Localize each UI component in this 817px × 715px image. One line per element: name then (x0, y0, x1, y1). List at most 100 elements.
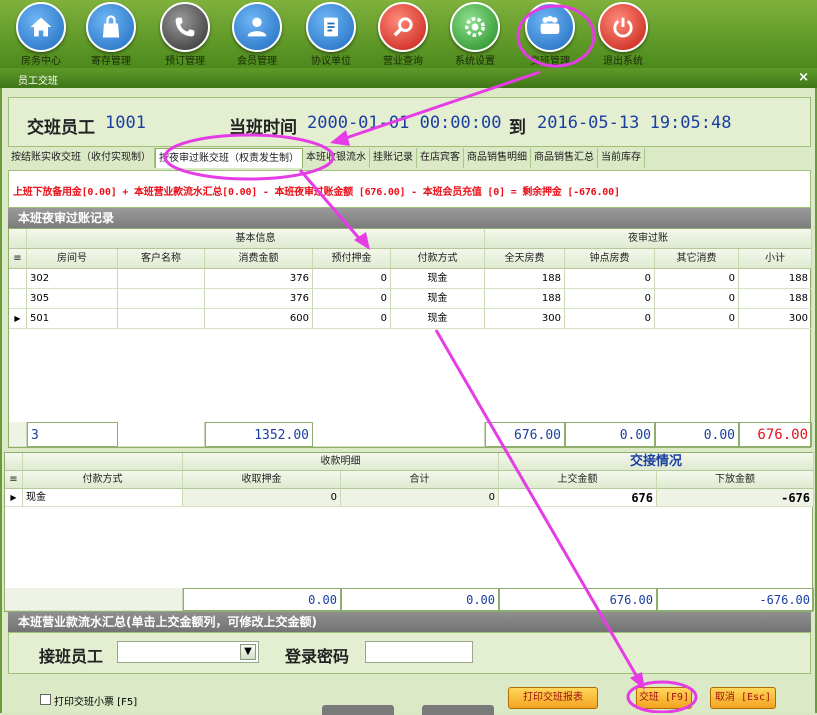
col-method[interactable]: 付款方式 (23, 471, 183, 489)
receiver-select[interactable]: ▼ (117, 641, 259, 663)
menu-icon[interactable]: ≡ (9, 249, 27, 269)
tab-cashier-flow[interactable]: 本班收银流水 (303, 148, 370, 168)
cell-deposit[interactable]: 0 (313, 269, 391, 289)
toolbar-member[interactable]: 会员管理 (222, 0, 292, 68)
col-deposit[interactable]: 收取押金 (183, 471, 341, 489)
toolbar-handover[interactable]: 交班管理 (515, 0, 585, 68)
col-released[interactable]: 下放金额 (657, 471, 814, 489)
total-fullday: 676.00 (485, 422, 565, 447)
password-input[interactable] (365, 641, 473, 663)
toolbar-label: 营业查询 (383, 56, 423, 67)
tab-strip: 按结账实收交班（收付实现制） 按夜审过账交班（权责发生制） 本班收银流水 挂账记… (8, 148, 811, 168)
col-handed[interactable]: 上交金额 (499, 471, 657, 489)
cell-amount[interactable]: 376 (205, 269, 313, 289)
tab-sales-detail[interactable]: 商品销售明细 (464, 148, 531, 168)
total-released: -676.00 (657, 588, 814, 611)
toolbar-storage[interactable]: 寄存管理 (76, 0, 146, 68)
cell-deposit[interactable]: 0 (313, 309, 391, 329)
cell-hourly[interactable]: 0 (565, 289, 655, 309)
close-icon[interactable]: × (798, 70, 809, 85)
total-sum: 0.00 (341, 588, 499, 611)
cell-subtotal[interactable]: 188 (739, 269, 812, 289)
night-audit-grid: 基本信息 夜审过账 ≡ 房间号 客户名称 消费金额 预付押金 付款方式 全天房费… (8, 228, 812, 448)
hidden-button-b[interactable] (422, 705, 494, 715)
totals-spacer (5, 588, 183, 611)
cell-pay-method[interactable]: 现金 (391, 309, 485, 329)
menu-icon[interactable]: ≡ (5, 471, 23, 489)
print-ticket-checkbox[interactable] (40, 694, 51, 705)
cell-other[interactable]: 0 (655, 289, 739, 309)
group-handover-status: 交接情况 (499, 453, 814, 471)
toolbar-contract-unit[interactable]: 协议单位 (296, 0, 366, 68)
cell-other[interactable]: 0 (655, 269, 739, 289)
cell-deposit[interactable]: 0 (313, 289, 391, 309)
toolbar-business-query[interactable]: 营业查询 (368, 0, 438, 68)
cell-other[interactable]: 0 (655, 309, 739, 329)
handover-button[interactable]: 交班 [F9] (636, 687, 692, 709)
cell-fullday[interactable]: 300 (485, 309, 565, 329)
cell-amount[interactable]: 600 (205, 309, 313, 329)
cell-pay-method[interactable]: 现金 (391, 269, 485, 289)
toolbar-system-settings[interactable]: 系统设置 (440, 0, 510, 68)
cell-subtotal[interactable]: 300 (739, 309, 812, 329)
print-ticket-label: 打印交班小票 [F5] (54, 697, 138, 708)
col-deposit[interactable]: 预付押金 (313, 249, 391, 269)
cancel-button[interactable]: 取消 [Esc] (710, 687, 776, 709)
time-start: 2000-01-01 00:00:00 (307, 113, 502, 133)
cell-amount[interactable]: 376 (205, 289, 313, 309)
cell-customer[interactable] (118, 269, 205, 289)
cell-hourly[interactable]: 0 (565, 309, 655, 329)
total-subtotal: 676.00 (739, 422, 812, 447)
tab-accrual-basis[interactable]: 按夜审过账交班（权责发生制） (155, 148, 303, 168)
tab-in-house-guests[interactable]: 在店宾客 (417, 148, 464, 168)
print-report-button[interactable]: 打印交班报表 (508, 687, 598, 709)
col-room[interactable]: 房间号 (27, 249, 118, 269)
col-amount[interactable]: 消费金额 (205, 249, 313, 269)
tab-credit-records[interactable]: 挂账记录 (370, 148, 417, 168)
staff-label: 交班员工 (27, 118, 95, 138)
toolbar-room-center[interactable]: 房务中心 (6, 0, 76, 68)
col-subtotal[interactable]: 小计 (739, 249, 812, 269)
row-indicator[interactable] (9, 269, 27, 289)
col-other[interactable]: 其它消费 (655, 249, 739, 269)
toolbar-booking[interactable]: 预订管理 (150, 0, 220, 68)
tab-current-stock[interactable]: 当前库存 (598, 148, 645, 168)
chevron-down-icon[interactable]: ▼ (240, 644, 256, 660)
toolbar-exit[interactable]: 退出系统 (588, 0, 658, 68)
current-row-arrow-icon[interactable]: ▶ (9, 309, 27, 329)
window-titlebar: 员工交班 × (0, 68, 817, 88)
group-blank (23, 453, 183, 471)
cell-deposit[interactable]: 0 (183, 489, 341, 507)
hidden-button-a[interactable] (322, 705, 394, 715)
total-count: 3 (27, 422, 118, 447)
cell-room[interactable]: 305 (27, 289, 118, 309)
cell-room[interactable]: 302 (27, 269, 118, 289)
cell-method[interactable]: 现金 (23, 489, 183, 507)
tab-sales-summary[interactable]: 商品销售汇总 (531, 148, 598, 168)
time-label: 当班时间 (229, 118, 297, 138)
cell-pay-method[interactable]: 现金 (391, 289, 485, 309)
tab-cash-basis[interactable]: 按结账实收交班（收付实现制） (8, 148, 155, 168)
col-pay-method[interactable]: 付款方式 (391, 249, 485, 269)
total-handed: 676.00 (499, 588, 657, 611)
cell-fullday[interactable]: 188 (485, 269, 565, 289)
cell-room[interactable]: 501 (27, 309, 118, 329)
search-icon (378, 2, 428, 52)
cell-subtotal[interactable]: 188 (739, 289, 812, 309)
row-indicator[interactable] (9, 289, 27, 309)
cell-handed[interactable]: 676 (499, 489, 657, 507)
handover-form: 接班员工 ▼ 登录密码 (8, 632, 811, 674)
cell-customer[interactable] (118, 289, 205, 309)
cell-customer[interactable] (118, 309, 205, 329)
phone-icon (160, 2, 210, 52)
cell-fullday[interactable]: 188 (485, 289, 565, 309)
col-fullday[interactable]: 全天房费 (485, 249, 565, 269)
col-total[interactable]: 合计 (341, 471, 499, 489)
cell-released[interactable]: -676 (657, 489, 814, 507)
current-row-arrow-icon[interactable]: ▶ (5, 489, 23, 507)
col-hourly[interactable]: 钟点房费 (565, 249, 655, 269)
col-customer[interactable]: 客户名称 (118, 249, 205, 269)
cell-hourly[interactable]: 0 (565, 269, 655, 289)
cell-total[interactable]: 0 (341, 489, 499, 507)
total-amount: 1352.00 (205, 422, 313, 447)
